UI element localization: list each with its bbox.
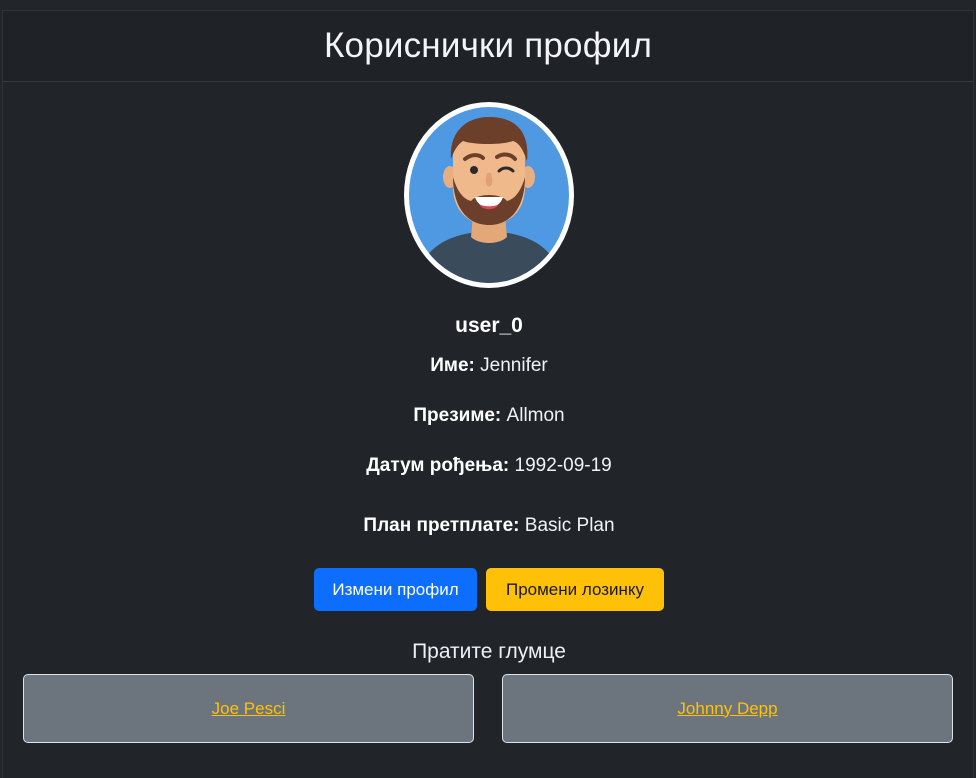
username: user_0 xyxy=(455,314,523,337)
actor-card: Johnny Depp xyxy=(502,674,953,743)
last-name-label: Презиме: xyxy=(413,405,502,426)
card-header: Кориснички профил xyxy=(3,11,973,82)
change-password-button[interactable]: Промени лозинку xyxy=(486,568,664,611)
actor-card: Joe Pesci xyxy=(23,674,474,743)
plan-row: План претплате: Basic Plan xyxy=(3,515,975,537)
profile-card: Кориснички профил user_0 Име: Jennifer П… xyxy=(2,10,974,778)
first-name-row: Име: Jennifer xyxy=(3,355,975,377)
edit-profile-button[interactable]: Измени профил xyxy=(314,568,477,611)
birth-date-value: 1992-09-19 xyxy=(514,455,612,476)
actor-link[interactable]: Joe Pesci xyxy=(212,699,286,719)
first-name-value: Jennifer xyxy=(480,355,548,376)
birth-date-label: Датум рођења: xyxy=(366,455,510,476)
first-name-label: Име: xyxy=(430,355,475,376)
page-title: Кориснички профил xyxy=(323,26,653,65)
last-name-row: Презиме: Allmon xyxy=(3,405,975,427)
last-name-value: Allmon xyxy=(506,405,565,426)
plan-label: План претплате: xyxy=(363,515,520,536)
profile-actions: Измени профил Промени лозинку xyxy=(3,568,975,611)
actor-link[interactable]: Johnny Depp xyxy=(677,699,777,719)
followed-actors-title: Пратите глумце xyxy=(412,640,566,663)
plan-value: Basic Plan xyxy=(524,515,615,536)
avatar xyxy=(404,102,574,288)
avatar-icon xyxy=(409,107,569,283)
birth-date-row: Датум рођења: 1992-09-19 xyxy=(3,455,975,477)
